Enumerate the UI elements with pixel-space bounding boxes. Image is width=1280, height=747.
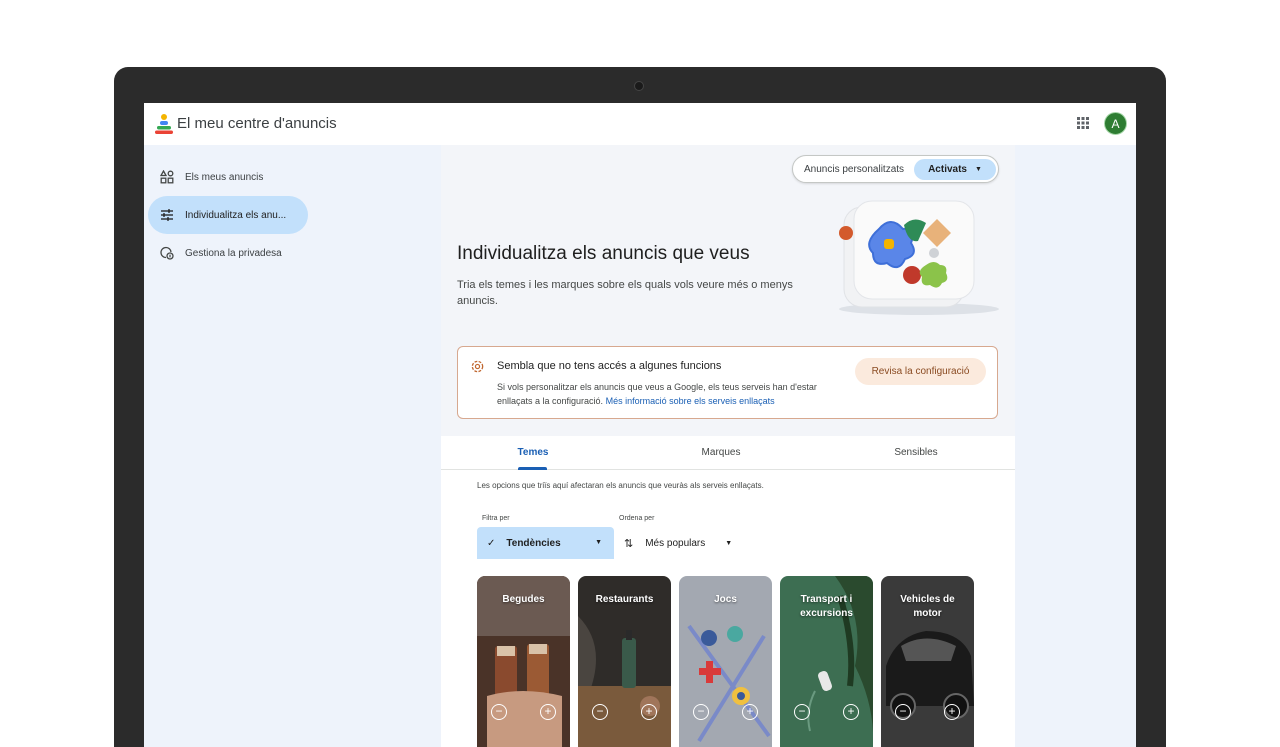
top-bar: El meu centre d'anuncis A <box>144 103 1136 145</box>
plus-icon[interactable]: + <box>641 704 657 720</box>
minus-icon[interactable]: − <box>693 704 709 720</box>
sidebar-item-customize[interactable]: Individualitza els anu... <box>148 196 308 234</box>
sort-select[interactable]: ⇅ Més populars ▼ <box>621 527 751 559</box>
tab-brands[interactable]: Marques <box>691 447 751 458</box>
minus-icon[interactable]: − <box>592 704 608 720</box>
tab-sensitive[interactable]: Sensibles <box>885 447 947 458</box>
camera <box>634 81 644 91</box>
main-content: Anuncis personalitzats Activats ▼ Indivi… <box>441 145 1015 747</box>
topic-card-drinks[interactable]: Begudes − + <box>477 576 570 747</box>
active-tab-indicator <box>518 467 547 470</box>
minus-icon[interactable]: − <box>794 704 810 720</box>
minus-icon[interactable]: − <box>895 704 911 720</box>
plus-icon[interactable]: + <box>540 704 556 720</box>
topic-card-title: Transport i excursions <box>800 594 853 619</box>
sidebar-item-privacy[interactable]: Gestiona la privadesa <box>148 234 308 272</box>
tab-topics[interactable]: Temes <box>507 447 559 458</box>
plus-icon[interactable]: + <box>742 704 758 720</box>
topic-card-title: Begudes <box>502 594 545 605</box>
alert-title: Sembla que no tens accés a algunes funci… <box>497 360 722 372</box>
sidebar-item-my-ads[interactable]: Els meus anuncis <box>148 158 308 196</box>
caret-down-icon: ▼ <box>595 539 602 546</box>
ads-grid-icon <box>160 170 174 184</box>
apps-grid-icon[interactable] <box>1076 116 1090 130</box>
linked-services-link[interactable]: Més informació sobre els serveis enllaça… <box>606 396 775 406</box>
topic-card-title: Restaurants <box>595 594 654 605</box>
plus-icon[interactable]: + <box>843 704 859 720</box>
linked-services-note: Les opcions que triïs aquí afectaran els… <box>477 481 764 490</box>
sidebar-item-label: Gestiona la privadesa <box>185 247 282 259</box>
linked-services-alert: Sembla que no tens accés a algunes funci… <box>457 346 998 419</box>
laptop-frame: El meu centre d'anuncis A Els meus anunc… <box>114 67 1166 747</box>
minus-icon[interactable]: − <box>491 704 507 720</box>
ads-center-logo <box>155 114 173 134</box>
account-avatar[interactable]: A <box>1104 112 1127 135</box>
filter-label: Filtra per <box>482 515 510 522</box>
sidebar-item-label: Individualitza els anu... <box>185 209 287 221</box>
review-settings-button[interactable]: Revisa la configuració <box>855 358 986 385</box>
topic-card-title: Jocs <box>714 594 737 605</box>
privacy-shield-icon <box>160 246 174 260</box>
sidebar: Els meus anuncis Individualitza els anu.… <box>144 145 440 747</box>
caret-down-icon: ▼ <box>725 539 733 547</box>
filter-select[interactable]: ✓ Tendències ▼ <box>477 527 614 559</box>
caret-down-icon: ▼ <box>974 166 982 173</box>
topics-panel: Temes Marques Sensibles Les opcions que … <box>441 436 1015 747</box>
tune-sliders-icon <box>161 209 173 221</box>
personalized-ads-toggle[interactable]: Anuncis personalitzats Activats ▼ <box>792 155 999 183</box>
sort-label: Ordena per <box>619 515 655 522</box>
check-icon: ✓ <box>487 537 496 549</box>
alert-body: Si vols personalitzar els anuncis que ve… <box>497 380 852 408</box>
customize-illustration <box>839 200 999 315</box>
personalized-ads-state: Activats <box>928 164 967 175</box>
page-title: Individualitza els anuncis que veus <box>457 243 750 264</box>
topic-card-transport[interactable]: Transport i excursions − + <box>780 576 873 747</box>
app-title: El meu centre d'anuncis <box>177 115 337 132</box>
topic-card-title: Vehicles de motor <box>900 594 955 619</box>
topic-card-motor-vehicles[interactable]: Vehicles de motor − + <box>881 576 974 747</box>
sidebar-item-label: Els meus anuncis <box>185 171 264 183</box>
tab-bar: Temes Marques Sensibles <box>441 436 1015 470</box>
personalized-ads-state-button[interactable]: Activats ▼ <box>914 159 996 180</box>
filter-value: Tendències <box>506 537 561 549</box>
sort-value: Més populars <box>645 537 706 549</box>
plus-icon[interactable]: + <box>944 704 960 720</box>
topic-card-restaurants[interactable]: Restaurants − + <box>578 576 671 747</box>
personalized-ads-label: Anuncis personalitzats <box>804 164 905 175</box>
page-description: Tria els temes i les marques sobre els q… <box>457 279 793 307</box>
screen: El meu centre d'anuncis A Els meus anunc… <box>144 103 1136 747</box>
gear-warning-icon <box>471 360 484 373</box>
topic-card-games[interactable]: Jocs − + <box>679 576 772 747</box>
sort-arrows-icon: ⇅ <box>624 537 634 550</box>
